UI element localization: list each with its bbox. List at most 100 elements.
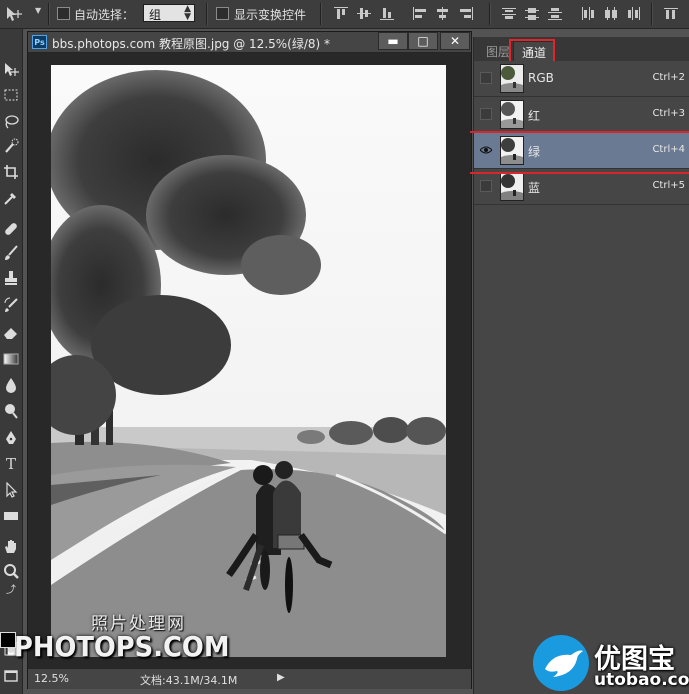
move-tool-preset-picker[interactable]: ▼ [4,5,42,23]
arrow-pointer-icon [6,481,18,498]
close-button[interactable]: ✕ [440,32,470,50]
separator [48,3,49,25]
channel-shortcut: Ctrl+2 [652,72,685,83]
dodge-tool[interactable] [2,402,20,420]
thumbnail-image [501,137,523,164]
visibility-toggle[interactable] [480,108,492,120]
minimize-button[interactable]: ▬ [378,32,408,50]
visibility-toggle[interactable] [480,180,492,192]
maximize-button[interactable]: □ [408,32,438,50]
water-drop-icon [6,378,16,393]
lasso-icon [5,115,19,129]
channel-row-green[interactable]: 绿 Ctrl+4 [474,133,689,169]
thumbnail-image [501,65,523,92]
watermark-en: PHOTOPS.COM [14,630,230,663]
path-selection-tool[interactable] [2,481,20,499]
auto-select-checkbox[interactable] [57,7,70,20]
history-brush-icon [4,297,18,312]
channel-shortcut: Ctrl+3 [652,108,685,119]
blur-tool[interactable] [2,376,20,394]
type-tool[interactable]: T [2,455,20,473]
zoom-level[interactable]: 12.5% [34,672,69,685]
align-right-edges-icon[interactable] [459,7,473,20]
separator [206,3,207,25]
gradient-icon [3,353,19,365]
healing-brush-tool[interactable] [2,220,20,238]
distribute-horizontal-centers-icon[interactable] [604,7,618,20]
channel-name: 蓝 [528,181,541,195]
canvas-area[interactable] [28,53,471,667]
auto-select-dropdown[interactable]: 组 ▲ ▼ [143,4,195,22]
chevron-down-icon: ▼ [35,6,42,15]
eyedropper-icon [4,193,16,205]
history-brush-tool[interactable] [2,296,20,314]
eye-icon[interactable] [479,144,493,156]
distribute-right-icon[interactable] [627,7,641,20]
options-bar: ▼ 自动选择： 组 ▲ ▼ 显示变换控件 [0,0,689,29]
zoom-tool[interactable] [2,562,20,580]
channel-shortcut: Ctrl+4 [652,144,685,155]
brush-tool[interactable] [2,244,20,262]
channel-row-blue[interactable]: 蓝 Ctrl+5 [474,169,689,205]
distribute-top-icon[interactable] [502,7,516,20]
hand-icon [5,540,16,553]
swap-colors-button[interactable]: ⤴ [2,582,20,600]
photoshop-icon: Ps [32,35,47,49]
pen-tool[interactable] [2,429,20,447]
type-t-icon: T [5,455,16,473]
pen-icon [6,431,16,444]
status-menu-arrow-icon[interactable]: ▶ [277,672,285,683]
channel-name: 红 [528,109,541,123]
magnifier-icon [4,564,19,579]
status-bar: 12.5% 文档:43.1M/34.1M ▶ [28,668,471,689]
quick-selection-tool[interactable] [2,137,20,155]
screen-mode-button[interactable] [2,667,20,685]
rectangle-icon [4,512,18,520]
distribute-vertical-centers-icon[interactable] [525,7,539,20]
auto-align-layers-icon[interactable] [664,7,678,20]
channel-thumbnail [500,172,524,201]
photo-canvas[interactable] [51,65,446,657]
brush-icon [5,245,18,260]
align-top-edges-icon[interactable] [334,7,348,20]
channel-name: 绿 [528,145,541,159]
channel-row-red[interactable]: 红 Ctrl+3 [474,97,689,133]
dodge-icon [5,404,18,419]
document-title: bbs.photops.com 教程原图.jpg @ 12.5%(绿/8) * [52,37,331,51]
visibility-toggle[interactable] [480,72,492,84]
grayscale-photo-image [51,65,446,657]
swap-arrow-icon: ⤴ [6,585,16,596]
eraser-icon [4,328,17,339]
channel-row-rgb[interactable]: RGB Ctrl+2 [474,61,689,97]
move-arrow-icon [5,63,19,76]
align-bottom-edges-icon[interactable] [380,7,394,20]
hand-tool[interactable] [2,537,20,555]
channel-thumbnail [500,100,524,129]
panel-tab-bar: 图层 通道 [474,37,689,62]
eraser-tool[interactable] [2,323,20,341]
align-horizontal-centers-icon[interactable] [436,7,450,20]
align-vertical-centers-icon[interactable] [357,7,371,20]
move-tool[interactable] [2,61,20,79]
crop-tool[interactable] [2,163,20,181]
bird-logo-icon [533,635,589,691]
quick-selection-icon [5,138,19,153]
spinner-icon: ▲ ▼ [184,4,191,22]
distribute-left-icon[interactable] [581,7,595,20]
crop-icon [4,165,18,179]
channels-panel: 图层 通道 RGB Ctrl+2 红 Ctrl+3 绿 Ctrl+4 蓝 Ctr… [470,37,689,694]
clone-stamp-tool[interactable] [2,269,20,287]
distribute-bottom-icon[interactable] [548,7,562,20]
lasso-tool[interactable] [2,113,20,131]
show-transform-checkbox[interactable] [216,7,229,20]
tab-layers[interactable]: 图层 [478,41,518,61]
rectangle-tool[interactable] [2,507,20,525]
gradient-tool[interactable] [2,350,20,368]
document-title-bar[interactable]: Ps bbs.photops.com 教程原图.jpg @ 12.5%(绿/8)… [28,32,471,53]
eyedropper-tool[interactable] [2,189,20,207]
foreground-color-swatch[interactable] [0,632,16,648]
tab-channels[interactable]: 通道 [513,41,556,61]
marquee-tool[interactable] [2,86,20,104]
align-left-edges-icon[interactable] [413,7,427,20]
tools-panel: T ⤴ [0,29,23,694]
